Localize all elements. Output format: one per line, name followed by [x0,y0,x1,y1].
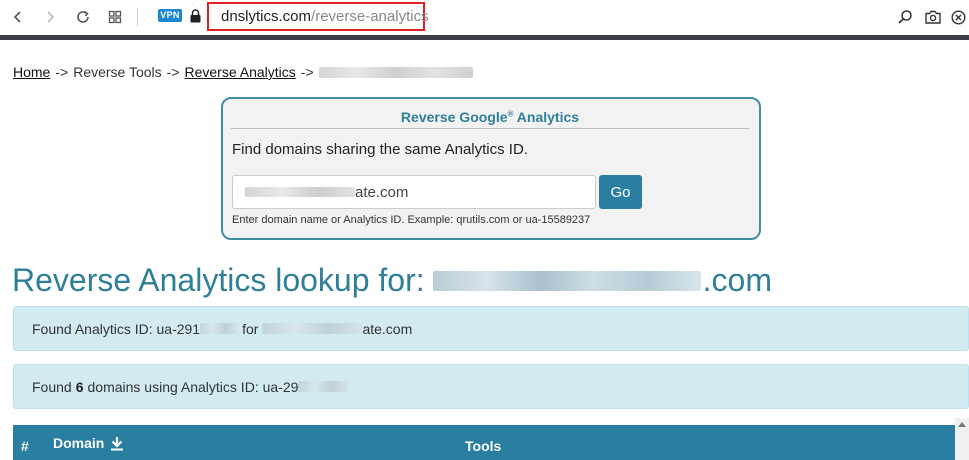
breadcrumb-home-link[interactable]: Home [13,64,50,80]
panel-title-suffix: Analytics [513,109,580,125]
redacted-input-text [245,187,355,197]
go-button[interactable]: Go [599,175,642,209]
page-title: Reverse Analytics lookup for: .com [12,262,772,299]
breadcrumb-separator: -> [166,64,180,80]
toolbar-divider [137,8,138,26]
found-text: Found [32,378,72,395]
for-text: for [242,320,259,337]
column-domain-label: Domain [53,435,105,451]
camera-icon[interactable] [922,6,944,28]
column-hash: # [21,438,29,454]
page-title-suffix: .com [702,262,772,298]
breadcrumb-separator: -> [300,64,314,80]
redacted-domain-heading [432,270,701,291]
domain-search-input[interactable]: ate.com [232,175,596,209]
panel-title: Reverse Google® Analytics [231,109,749,129]
analytics-id-text: Found Analytics ID: ua-291 [32,320,201,337]
panel-description: Find domains sharing the same Analytics … [232,141,528,158]
forward-icon[interactable] [38,5,62,29]
reload-icon[interactable] [71,5,95,29]
url-path: /reverse-analytics [311,8,429,25]
page-scrollbar[interactable] [955,418,969,460]
reverse-analytics-search-panel: Reverse Google® Analytics Find domains s… [221,97,761,240]
search-hint: Enter domain name or Analytics ID. Examp… [232,214,591,226]
redacted-domain [318,66,473,78]
results-table-header: # Domain Tools [13,425,955,460]
browser-toolbar: VPN dnslytics.com/reverse-analytics [0,0,969,34]
column-domain[interactable]: Domain [53,435,124,451]
redacted-domain-alert [262,323,363,334]
lock-icon[interactable] [190,9,201,28]
domain-count-text: domains using Analytics ID: ua-29 [87,378,299,395]
column-tools: Tools [465,438,502,454]
back-icon[interactable] [6,5,30,29]
scroll-up-icon[interactable] [958,422,966,427]
breadcrumb-separator: -> [55,64,69,80]
breadcrumb-reverse-tools: Reverse Tools [73,64,162,80]
close-circle-icon[interactable] [947,6,969,28]
search-page-icon[interactable] [894,6,916,28]
address-bar[interactable]: dnslytics.com/reverse-analytics [207,2,429,31]
domain-count: 6 [75,378,84,395]
redacted-id-2 [298,381,349,392]
panel-title-text: Reverse Google [400,109,508,125]
breadcrumb-reverse-analytics-link[interactable]: Reverse Analytics [185,64,296,80]
domain-count-alert: Found 6 domains using Analytics ID: ua-2… [13,364,969,409]
download-icon[interactable] [110,436,124,451]
breadcrumb: Home -> Reverse Tools -> Reverse Analyti… [13,64,473,80]
page-title-prefix: Reverse Analytics lookup for: [12,262,425,298]
vpn-badge[interactable]: VPN [158,9,182,22]
tabs-grid-icon[interactable] [103,5,127,29]
browser-edge-bar [0,35,969,40]
redacted-id [200,323,239,334]
analytics-id-alert: Found Analytics ID: ua-291 for ate.com [13,306,969,351]
url-host: dnslytics.com [221,8,312,25]
domain-suffix-text: ate.com [362,320,413,337]
search-input-value: ate.com [355,183,409,201]
